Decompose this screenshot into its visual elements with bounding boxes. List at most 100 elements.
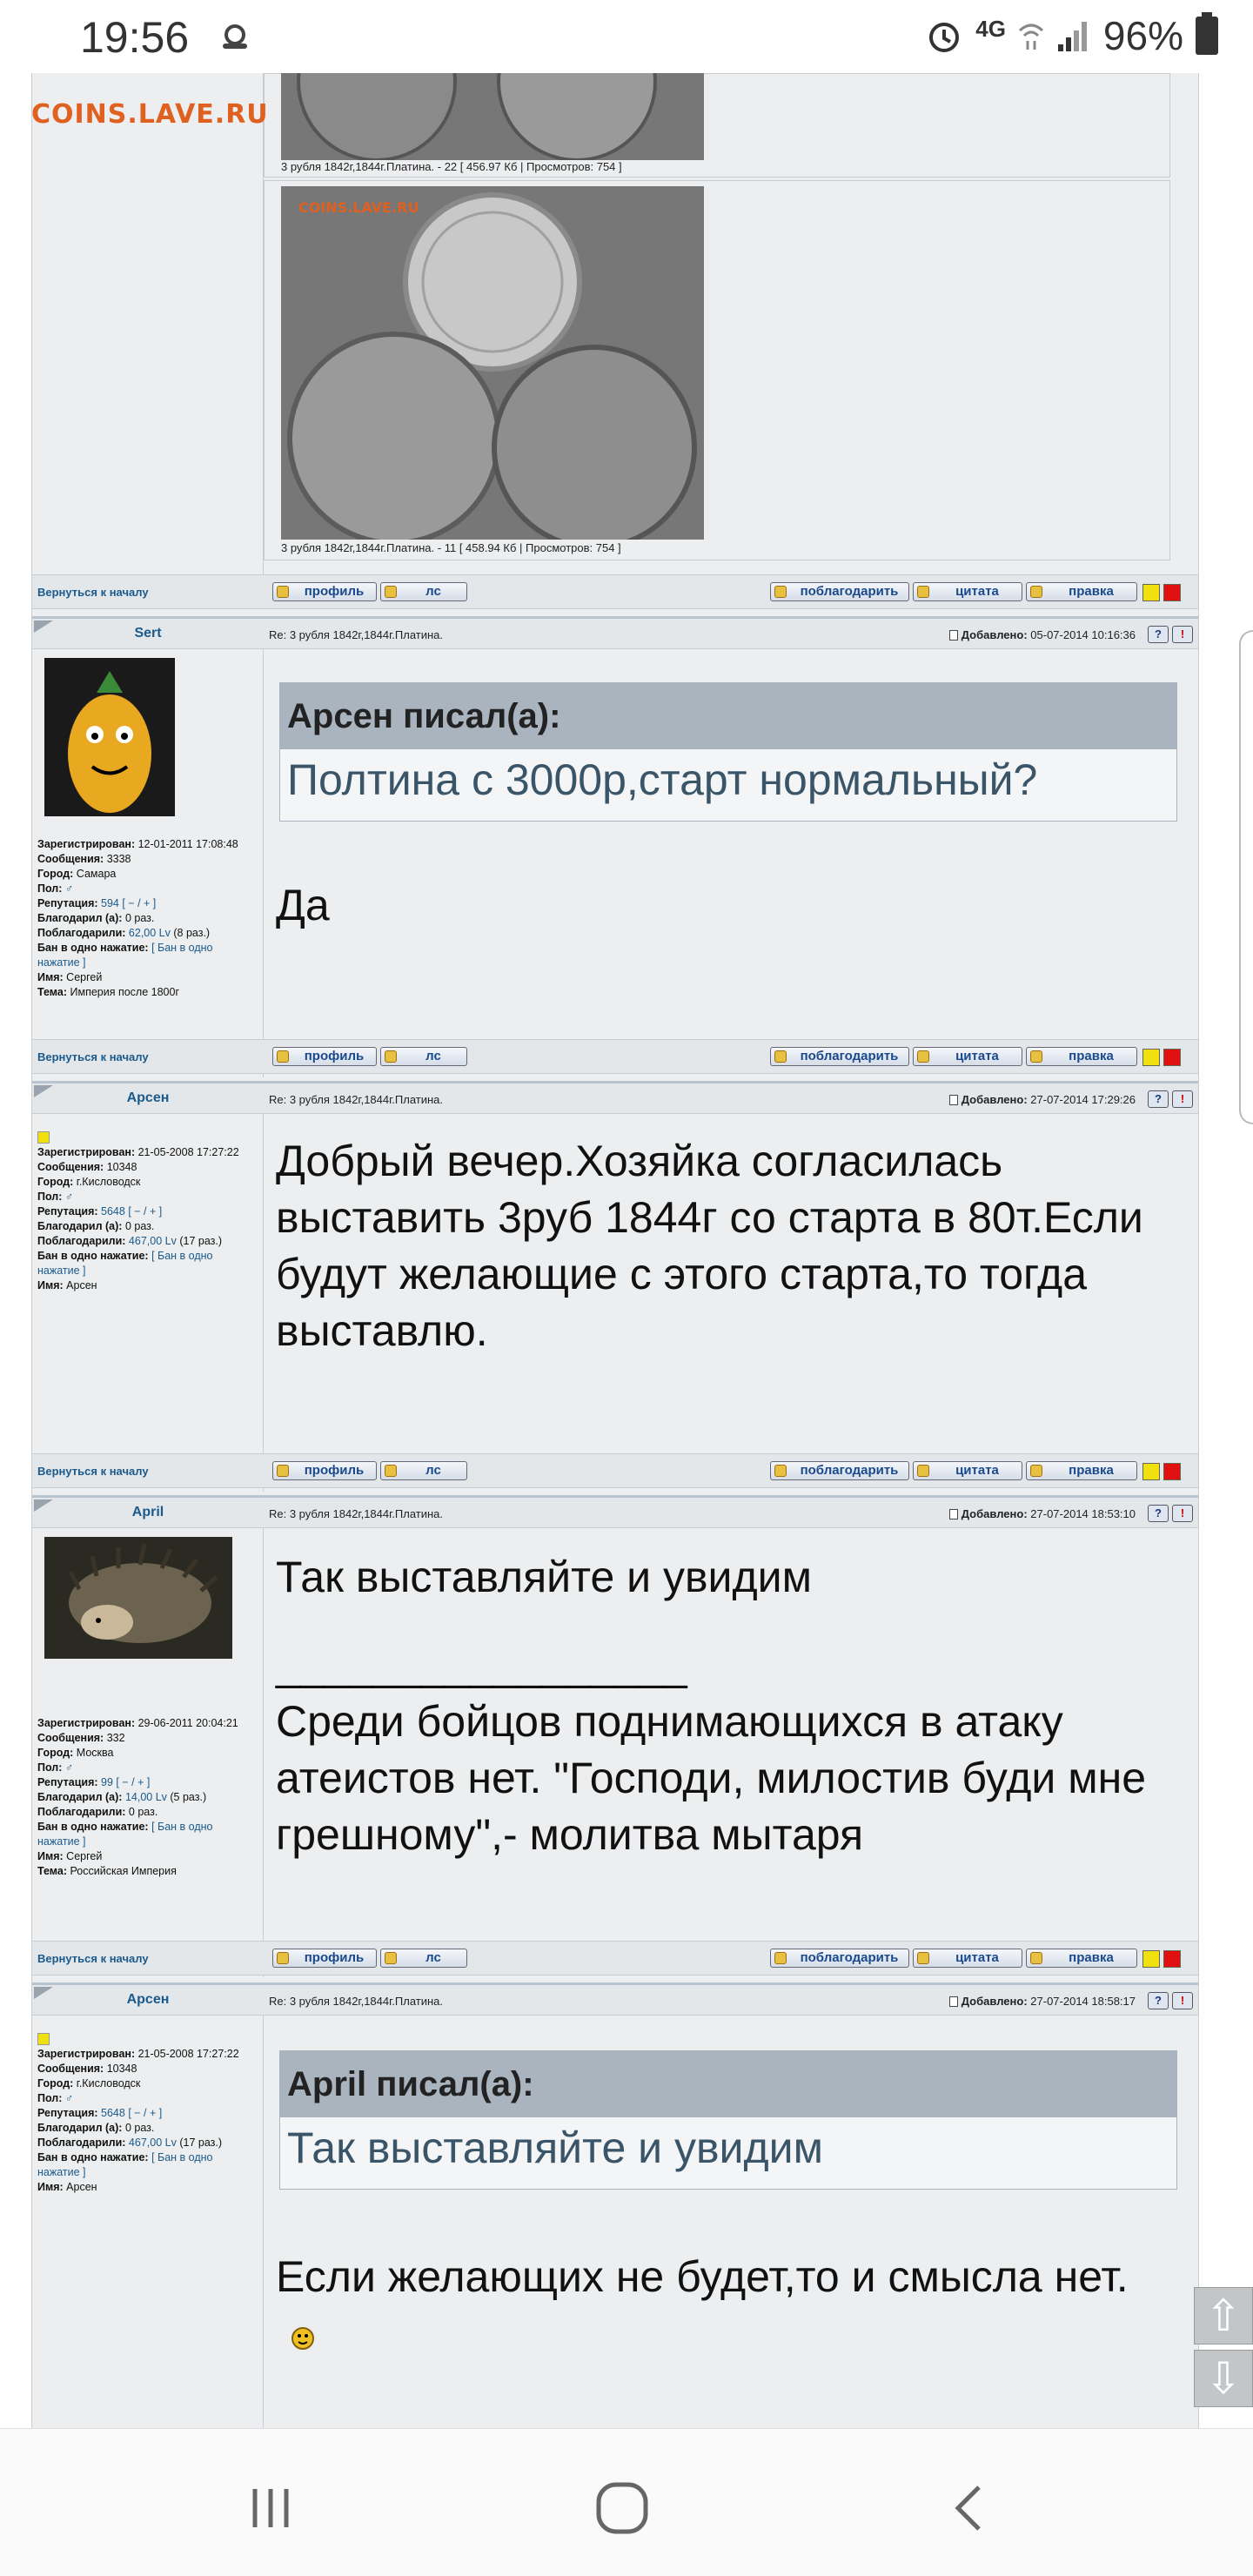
post-date: Добавлено: 27-07-2014 18:53:10 [948, 1507, 1136, 1520]
post-link-icon[interactable] [948, 1996, 958, 2007]
help-button[interactable]: ? [1148, 1090, 1169, 1108]
back-to-top-link[interactable]: Вернуться к началу [37, 1465, 149, 1478]
post-author[interactable]: Арсен [32, 1090, 264, 1106]
help-button[interactable]: ? [1148, 1505, 1169, 1522]
rep-vote-links[interactable]: [ − / + ] [128, 1205, 162, 1218]
home-button[interactable] [592, 2478, 653, 2539]
post-author[interactable]: April [32, 1505, 264, 1520]
thank-button[interactable]: поблагодарить [770, 1461, 909, 1480]
rep-value[interactable]: 5648 [101, 2107, 125, 2119]
thank-icon [774, 1050, 787, 1063]
edit-icon [1030, 1050, 1042, 1063]
city-value: Москва [76, 1747, 114, 1759]
thanked-value: 0 раз. [124, 1220, 155, 1232]
profile-button[interactable]: профиль [272, 1461, 377, 1480]
edit-button[interactable]: правка [1026, 1949, 1137, 1968]
avatar[interactable] [44, 1537, 232, 1659]
scroll-up-button[interactable]: ⇧ [1194, 2287, 1253, 2345]
red-card-button[interactable] [1163, 1950, 1181, 1968]
avatar[interactable] [44, 658, 175, 816]
thanked-value: 0 раз. [124, 912, 155, 924]
label: Бан в одно нажатие: [37, 2151, 149, 2163]
online-status-icon [37, 2033, 50, 2045]
pm-button[interactable]: лс [380, 582, 467, 601]
quote-icon [917, 586, 929, 598]
coin-photo-2[interactable]: COINS.LAVE.RU [281, 186, 704, 540]
recent-apps-button[interactable] [240, 2478, 301, 2539]
post-author[interactable]: Арсен [32, 1992, 264, 2008]
got-value[interactable]: 467,00 Lv [129, 2137, 177, 2149]
report-button[interactable]: ! [1172, 1090, 1193, 1108]
quote-block: Арсен писал(а): Полтина с 3000р,старт но… [279, 682, 1177, 822]
post-footer-1: Вернуться к началу профиль лс поблагодар… [32, 1039, 1198, 1074]
rep-value[interactable]: 5648 [101, 1205, 125, 1218]
yellow-card-button[interactable] [1142, 1049, 1160, 1066]
rep-vote-links[interactable]: [ − / + ] [116, 1776, 150, 1788]
profile-button-label: профиль [304, 1950, 365, 1965]
label: Тема: [37, 986, 67, 998]
red-card-button[interactable] [1163, 1049, 1181, 1066]
got-value[interactable]: 467,00 Lv [129, 1235, 177, 1247]
pm-button[interactable]: лс [380, 1461, 467, 1480]
got-value[interactable]: 62,00 Lv [129, 927, 171, 939]
thank-button[interactable]: поблагодарить [770, 1949, 909, 1968]
rep-value[interactable]: 99 [101, 1776, 113, 1788]
back-to-top-link[interactable]: Вернуться к началу [37, 1952, 149, 1965]
help-button[interactable]: ? [1148, 626, 1169, 643]
label: Поблагодарили: [37, 1806, 126, 1818]
coin-photo-watermark: COINS.LAVE.RU [298, 199, 419, 216]
back-to-top-link[interactable]: Вернуться к началу [37, 1050, 149, 1063]
profile-info: Зарегистрирован: 12-01-2011 17:08:48 Соо… [37, 837, 255, 1000]
edge-panel-handle[interactable] [1239, 630, 1253, 1124]
yellow-card-button[interactable] [1142, 1950, 1160, 1968]
coin-photo-1[interactable] [281, 73, 704, 160]
report-button[interactable]: ! [1172, 626, 1193, 643]
pm-button-label: лс [425, 1950, 441, 1965]
rep-vote-links[interactable]: [ − / + ] [122, 897, 156, 909]
post-text: Добрый вечер.Хозяйка согласилась выстави… [276, 1137, 1143, 1355]
scroll-down-button[interactable]: ⇩ [1194, 2350, 1253, 2407]
thank-button[interactable]: поблагодарить [770, 582, 909, 601]
back-to-top-link[interactable]: Вернуться к началу [37, 586, 149, 599]
post-link-icon[interactable] [948, 1509, 958, 1519]
thanked-value[interactable]: 14,00 Lv [125, 1791, 167, 1803]
pm-button[interactable]: лс [380, 1047, 467, 1066]
yellow-card-button[interactable] [1142, 584, 1160, 601]
label: Пол: [37, 882, 63, 895]
edit-button[interactable]: правка [1026, 582, 1137, 601]
signature-divider: _________________ [276, 1640, 687, 1689]
post-link-icon[interactable] [948, 1095, 958, 1105]
post-left-2: Зарегистрирован: 21-05-2008 17:27:22 Соо… [32, 1114, 264, 1492]
post-text: Если желающих не будет,то и смысла нет. [276, 2252, 1129, 2301]
profile-button[interactable]: профиль [272, 582, 377, 601]
quote-button[interactable]: цитата [913, 1461, 1022, 1480]
profile-button[interactable]: профиль [272, 1949, 377, 1968]
pm-button[interactable]: лс [380, 1949, 467, 1968]
rep-value[interactable]: 594 [101, 897, 119, 909]
thank-button[interactable]: поблагодарить [770, 1047, 909, 1066]
back-button[interactable] [940, 2478, 1001, 2539]
label: Город: [37, 868, 74, 880]
report-button[interactable]: ! [1172, 1505, 1193, 1522]
quote-button[interactable]: цитата [913, 1949, 1022, 1968]
red-card-button[interactable] [1163, 1463, 1181, 1480]
post-author[interactable]: Sert [32, 626, 264, 641]
profile-button[interactable]: профиль [272, 1047, 377, 1066]
quote-button-label: цитата [955, 1049, 999, 1063]
battery-icon [1196, 12, 1218, 55]
rep-vote-links[interactable]: [ − / + ] [128, 2107, 162, 2119]
male-icon: ♂ [64, 2092, 74, 2104]
red-card-button[interactable] [1163, 584, 1181, 601]
edit-button[interactable]: правка [1026, 1047, 1137, 1066]
help-button[interactable]: ? [1148, 1992, 1169, 2009]
post-link-icon[interactable] [948, 630, 958, 641]
report-button[interactable]: ! [1172, 1992, 1193, 2009]
post-body: Если желающих не будет,то и смысла нет. [276, 2249, 1146, 2362]
quote-button[interactable]: цитата [913, 1047, 1022, 1066]
quote-button[interactable]: цитата [913, 582, 1022, 601]
label: Бан в одно нажатие: [37, 942, 149, 954]
edit-button[interactable]: правка [1026, 1461, 1137, 1480]
yellow-card-button[interactable] [1142, 1463, 1160, 1480]
quote-text: Полтина с 3000р,старт нормальный? [287, 755, 1038, 804]
added-label: Добавлено: [961, 628, 1028, 641]
